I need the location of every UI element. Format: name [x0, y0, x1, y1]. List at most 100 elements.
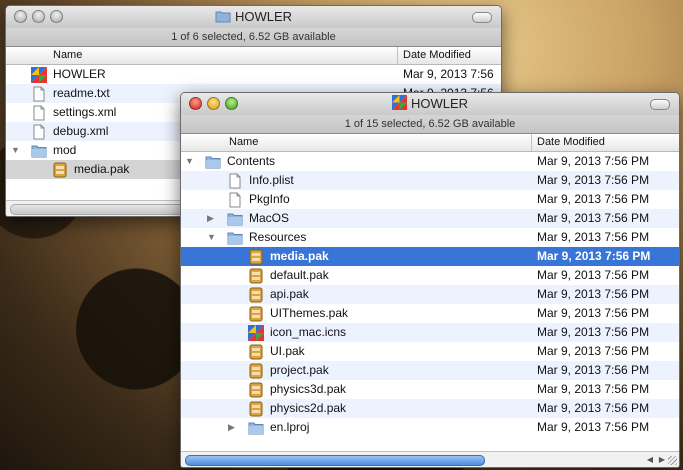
file-name: default.pak [270, 268, 329, 282]
column-name-header[interactable]: Name [53, 47, 82, 64]
list-item[interactable]: UIThemes.pak Mar 9, 2013 7:56 PM [181, 304, 679, 323]
list-item[interactable]: ▶ MacOS Mar 9, 2013 7:56 PM [181, 209, 679, 228]
file-name: Info.plist [249, 173, 294, 187]
app-icon [248, 325, 264, 341]
folder-icon [248, 420, 264, 436]
status-bar: 1 of 15 selected, 6.52 GB available [181, 115, 679, 134]
folder-icon [227, 230, 243, 246]
file-name: MacOS [249, 211, 290, 225]
list-item[interactable]: default.pak Mar 9, 2013 7:56 PM [181, 266, 679, 285]
list-item[interactable]: project.pak Mar 9, 2013 7:56 PM [181, 361, 679, 380]
date-modified: Mar 9, 2013 7:56 PM [537, 306, 650, 320]
pak-icon [248, 382, 264, 398]
date-modified: Mar 9, 2013 7:56 PM [537, 382, 650, 396]
file-name: HOWLER [53, 67, 106, 81]
date-modified: Mar 9, 2013 7:56 PM [537, 363, 650, 377]
list-item[interactable]: ▶ en.lproj Mar 9, 2013 7:56 PM [181, 418, 679, 437]
file-name: UIThemes.pak [270, 306, 349, 320]
document-icon [227, 192, 243, 208]
disclosure-open-icon[interactable]: ▼ [207, 228, 216, 247]
file-name: mod [53, 143, 77, 157]
pak-icon [248, 401, 264, 417]
list-item[interactable]: ▼ Resources Mar 9, 2013 7:56 PM [181, 228, 679, 247]
list-item[interactable]: UI.pak Mar 9, 2013 7:56 PM [181, 342, 679, 361]
pak-icon [52, 162, 68, 178]
column-header: Name Date Modified [181, 134, 679, 152]
list-item[interactable]: physics3d.pak Mar 9, 2013 7:56 PM [181, 380, 679, 399]
date-modified: Mar 9, 2013 7:56 PM [537, 344, 650, 358]
pak-icon [248, 249, 264, 265]
pak-icon [248, 344, 264, 360]
column-date-header[interactable]: Date Modified [403, 47, 471, 64]
toolbar-toggle-button[interactable] [472, 12, 492, 23]
date-modified: Mar 9, 2013 7:56 PM [537, 420, 650, 434]
document-icon [31, 86, 47, 102]
pak-icon [248, 306, 264, 322]
pak-icon [248, 268, 264, 284]
file-name: PkgInfo [249, 192, 290, 206]
window-title: HOWLER [6, 6, 501, 28]
file-name: settings.xml [53, 105, 117, 119]
finder-window-front[interactable]: HOWLER 1 of 15 selected, 6.52 GB availab… [180, 92, 680, 468]
file-name: physics2d.pak [270, 401, 347, 415]
list-item[interactable]: HOWLER Mar 9, 2013 7:56 [6, 65, 501, 84]
scroll-left-icon[interactable]: ◀ [647, 455, 653, 464]
file-name: project.pak [270, 363, 329, 377]
window-title: HOWLER [181, 93, 679, 115]
date-modified: Mar 9, 2013 7:56 PM [537, 154, 650, 168]
list-item[interactable]: Info.plist Mar 9, 2013 7:56 PM [181, 171, 679, 190]
file-name: physics3d.pak [270, 382, 347, 396]
resize-grip-icon[interactable] [668, 456, 677, 465]
disclosure-closed-icon[interactable]: ▶ [228, 418, 235, 437]
status-bar: 1 of 6 selected, 6.52 GB available [6, 28, 501, 47]
window-title-text: HOWLER [234, 9, 293, 24]
disclosure-closed-icon[interactable]: ▶ [207, 209, 214, 228]
title-bar[interactable]: HOWLER [6, 6, 501, 28]
list-item[interactable]: ▼ Contents Mar 9, 2013 7:56 PM [181, 152, 679, 171]
date-modified: Mar 9, 2013 7:56 [403, 67, 494, 81]
column-header: Name Date Modified [6, 47, 501, 65]
date-modified: Mar 9, 2013 7:56 PM [537, 173, 650, 187]
document-icon [31, 105, 47, 121]
toolbar-toggle-button[interactable] [650, 99, 670, 110]
file-name: en.lproj [270, 420, 310, 434]
list-item[interactable]: physics2d.pak Mar 9, 2013 7:56 PM [181, 399, 679, 418]
pak-icon [248, 287, 264, 303]
disclosure-open-icon[interactable]: ▼ [185, 152, 194, 171]
date-modified: Mar 9, 2013 7:56 PM [537, 268, 650, 282]
list-item[interactable]: api.pak Mar 9, 2013 7:56 PM [181, 285, 679, 304]
folder-icon [215, 11, 231, 23]
file-name: api.pak [270, 287, 309, 301]
file-name: readme.txt [53, 86, 110, 100]
list-item[interactable]: media.pak Mar 9, 2013 7:56 PM [181, 247, 679, 266]
scroll-right-icon[interactable]: ▶ [659, 455, 665, 464]
folder-icon [205, 154, 221, 170]
date-modified: Mar 9, 2013 7:56 PM [537, 287, 650, 301]
date-modified: Mar 9, 2013 7:56 PM [537, 249, 651, 263]
app-icon [31, 67, 47, 83]
file-name: Resources [249, 230, 307, 244]
file-list: ▼ Contents Mar 9, 2013 7:56 PM Info.plist Ma… [181, 152, 679, 437]
title-bar[interactable]: HOWLER [181, 93, 679, 115]
folder-icon [227, 211, 243, 227]
column-name-header[interactable]: Name [229, 134, 258, 151]
date-modified: Mar 9, 2013 7:56 PM [537, 230, 650, 244]
list-item[interactable]: icon_mac.icns Mar 9, 2013 7:56 PM [181, 323, 679, 342]
file-name: debug.xml [53, 124, 109, 138]
file-name: media.pak [270, 249, 329, 263]
document-icon [227, 173, 243, 189]
disclosure-open-icon[interactable]: ▼ [11, 141, 20, 160]
file-name: Contents [227, 154, 276, 168]
window-title-text: HOWLER [410, 96, 469, 111]
date-modified: Mar 9, 2013 7:56 PM [537, 325, 650, 339]
document-icon [31, 124, 47, 140]
horizontal-scrollbar[interactable]: ◀ ▶ [181, 451, 679, 467]
scrollbar-thumb[interactable] [185, 455, 485, 466]
list-item[interactable]: PkgInfo Mar 9, 2013 7:56 PM [181, 190, 679, 209]
folder-icon [31, 143, 47, 159]
date-modified: Mar 9, 2013 7:56 PM [537, 211, 650, 225]
column-date-header[interactable]: Date Modified [537, 134, 605, 151]
date-modified: Mar 9, 2013 7:56 PM [537, 192, 650, 206]
file-name: icon_mac.icns [270, 325, 347, 339]
date-modified: Mar 9, 2013 7:56 PM [537, 401, 650, 415]
